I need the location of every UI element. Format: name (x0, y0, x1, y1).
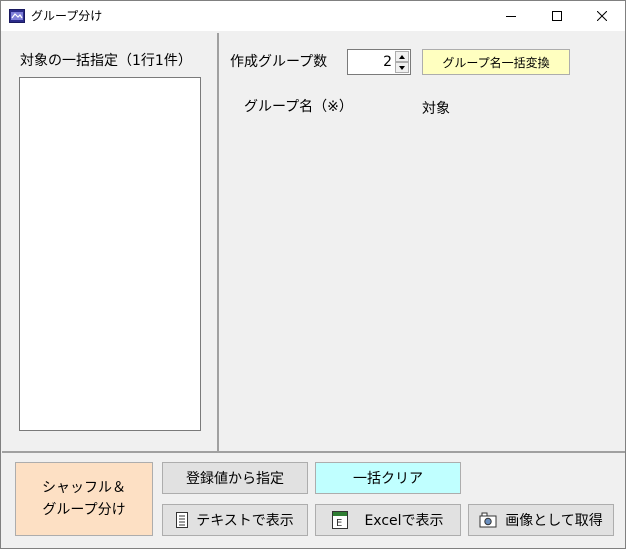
show-excel-label: Excelで表示 (364, 513, 444, 529)
minimize-icon (506, 16, 516, 17)
target-header: 対象 (422, 101, 450, 117)
stepper-down-button[interactable] (395, 62, 409, 73)
group-count-value: 2 (383, 54, 392, 70)
get-image-label: 画像として取得 (505, 513, 603, 529)
excel-icon: E (332, 511, 349, 529)
group-count-stepper[interactable]: 2 (347, 49, 411, 75)
shuffle-group-button[interactable]: シャッフル＆ グループ分け (15, 462, 153, 536)
close-icon (597, 11, 607, 21)
title-bar: グループ分け (1, 1, 625, 31)
bulk-target-textarea[interactable] (19, 77, 201, 431)
app-icon (9, 8, 25, 23)
svg-text:E: E (336, 518, 342, 529)
bottom-divider (2, 451, 625, 453)
show-text-label: テキストで表示 (196, 513, 294, 529)
group-name-header: グループ名（※） (244, 99, 353, 115)
from-registered-button[interactable]: 登録値から指定 (162, 462, 308, 494)
stepper-up-button[interactable] (395, 51, 409, 62)
text-file-icon (176, 512, 189, 528)
group-count-label: 作成グループ数 (230, 54, 328, 70)
triangle-down-icon (399, 65, 405, 70)
camera-icon (479, 512, 497, 528)
app-window: グループ分け 対象の一括指定（1行1件） 作成グループ数 2 グループ名一括変換… (0, 0, 626, 549)
triangle-up-icon (399, 54, 405, 59)
shuffle-label-line2: グループ分け (42, 502, 126, 518)
show-excel-button[interactable]: E Excelで表示 (315, 504, 461, 536)
rename-groups-button[interactable]: グループ名一括変換 (422, 49, 570, 75)
window-title: グループ分け (31, 9, 103, 23)
get-image-button[interactable]: 画像として取得 (468, 504, 614, 536)
right-panel (219, 33, 625, 451)
maximize-icon (552, 11, 562, 21)
clear-all-button[interactable]: 一括クリア (315, 462, 461, 494)
stepper-buttons (395, 51, 409, 73)
show-text-button[interactable]: テキストで表示 (162, 504, 308, 536)
shuffle-label-line1: シャッフル＆ (42, 480, 126, 496)
maximize-button[interactable] (534, 1, 580, 31)
minimize-button[interactable] (488, 1, 534, 31)
close-button[interactable] (579, 1, 625, 31)
bulk-target-label: 対象の一括指定（1行1件） (20, 53, 192, 69)
